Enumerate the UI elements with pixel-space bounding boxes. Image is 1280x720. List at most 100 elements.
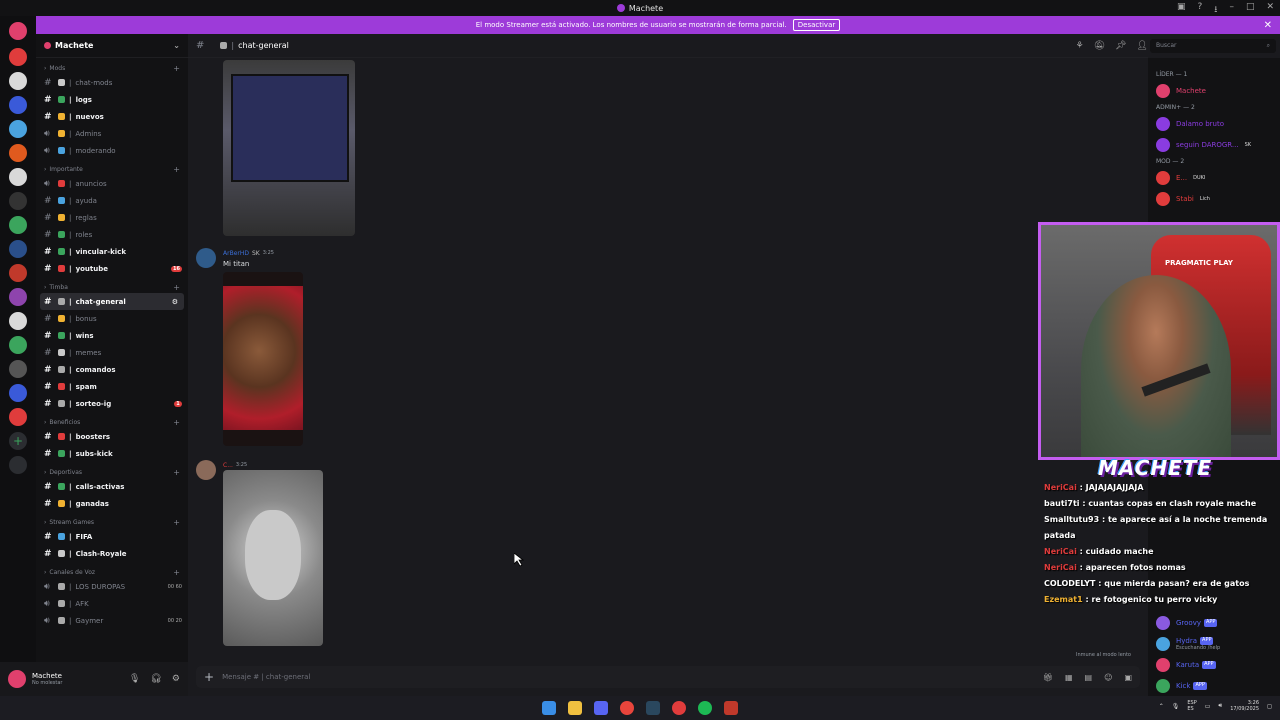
clock[interactable]: 3:26 17/09/2025	[1230, 700, 1259, 712]
notification-bell-icon[interactable]: 🔕︎	[1094, 41, 1105, 51]
pin-icon[interactable]: 📌︎	[1115, 41, 1126, 51]
create-channel-icon[interactable]: +	[173, 418, 180, 427]
apps-icon[interactable]: ▣	[1124, 673, 1132, 682]
create-channel-icon[interactable]: +	[173, 568, 180, 577]
bot-member-item[interactable]: Karuta APP	[1148, 654, 1280, 675]
channel-item[interactable]: 🔊︎ | Admins	[36, 125, 188, 142]
channel-item[interactable]: # | subs-kick	[36, 445, 188, 462]
server-icon[interactable]	[9, 264, 27, 282]
channel-item[interactable]: # | Clash-Royale	[36, 545, 188, 562]
channel-item[interactable]: # | chat-general ⚙	[40, 293, 184, 310]
channel-item[interactable]: # | reglas	[36, 209, 188, 226]
server-icon[interactable]	[9, 384, 27, 402]
steam-icon[interactable]	[646, 701, 660, 715]
mic-icon[interactable]: 🎙︎	[129, 674, 140, 684]
server-icon[interactable]	[9, 216, 27, 234]
channel-item[interactable]: # | comandos	[36, 361, 188, 378]
bot-member-item[interactable]: Hydra APP Escuchando /help	[1148, 633, 1280, 654]
discord-taskbar-icon[interactable]	[594, 701, 608, 715]
network-icon[interactable]: ▭	[1205, 703, 1211, 710]
member-item[interactable]: Machete	[1148, 80, 1280, 101]
channel-item[interactable]: 🔊︎ | AFK	[36, 595, 188, 612]
server-icon[interactable]	[9, 288, 27, 306]
mic-tray-icon[interactable]: 🎙︎	[1172, 703, 1180, 710]
message-composer[interactable]: + Mensaje # | chat-general 🎁︎ ▦ ▤ ☺ ▣	[196, 666, 1140, 688]
chrome-icon[interactable]	[620, 701, 634, 715]
headphones-icon[interactable]: 🎧︎	[150, 674, 161, 684]
channel-item[interactable]: # | roles	[36, 226, 188, 243]
server-header[interactable]: Machete ⌄	[36, 34, 188, 58]
create-channel-icon[interactable]: +	[173, 283, 180, 292]
member-item[interactable]: E... DUKI	[1148, 167, 1280, 188]
channel-category[interactable]: › Timba +	[36, 281, 188, 293]
channel-item[interactable]: # | ayuda	[36, 192, 188, 209]
spotify-icon[interactable]	[698, 701, 712, 715]
server-icon[interactable]	[9, 336, 27, 354]
channel-item[interactable]: 🔊︎ | moderando	[36, 142, 188, 159]
channel-item[interactable]: # | memes	[36, 344, 188, 361]
emoji-icon[interactable]: ☺	[1104, 673, 1112, 682]
message-avatar[interactable]	[196, 460, 216, 480]
add-server-icon[interactable]: +	[9, 432, 27, 450]
channel-item[interactable]: # | logs	[36, 91, 188, 108]
create-channel-icon[interactable]: +	[173, 64, 180, 73]
server-icon[interactable]	[9, 96, 27, 114]
server-icon[interactable]	[9, 312, 27, 330]
volume-icon[interactable]: 🔊︎	[1218, 702, 1222, 710]
create-channel-icon[interactable]: +	[173, 165, 180, 174]
settings-gear-icon[interactable]: ⚙	[172, 674, 180, 684]
create-channel-icon[interactable]: +	[173, 518, 180, 527]
server-icon[interactable]	[9, 240, 27, 258]
channel-category[interactable]: › Stream Games +	[36, 516, 188, 528]
channel-item[interactable]: 🔊︎ | anuncios	[36, 175, 188, 192]
threads-icon[interactable]: ⚘	[1076, 41, 1084, 51]
sticker-icon[interactable]: ▤	[1085, 673, 1093, 682]
notification-icon[interactable]: ◻	[1267, 703, 1272, 710]
channel-item[interactable]: # | boosters	[36, 428, 188, 445]
image-attachment[interactable]	[223, 60, 355, 236]
channel-settings-icon[interactable]: ⚙	[172, 298, 178, 306]
chevron-up-icon[interactable]: ⌃	[1159, 703, 1164, 710]
server-icon[interactable]	[9, 192, 27, 210]
channel-item[interactable]: 🔊︎ | LOS DUROPAS 00 60	[36, 578, 188, 595]
member-item[interactable]: seguin DAROGR... SK	[1148, 134, 1280, 155]
windows-start-icon[interactable]	[542, 701, 556, 715]
server-icon[interactable]	[9, 144, 27, 162]
member-list-icon[interactable]: 👤︎	[1137, 41, 1148, 51]
search-input[interactable]: Buscar ⌕	[1150, 39, 1276, 53]
image-attachment[interactable]	[223, 470, 323, 646]
channel-item[interactable]: # | nuevos	[36, 108, 188, 125]
channel-item[interactable]: # | sorteo-ig 1	[36, 395, 188, 412]
app-icon-stack[interactable]	[724, 701, 738, 715]
member-item[interactable]: Dalamo bruto	[1148, 113, 1280, 134]
channel-category[interactable]: › Deportivas +	[36, 466, 188, 478]
server-icon[interactable]	[9, 120, 27, 138]
message-author[interactable]: C...	[223, 462, 233, 469]
disable-streamer-button[interactable]: Desactivar	[792, 19, 841, 31]
message-author[interactable]: ArBerHD	[223, 250, 249, 257]
add-attachment-icon[interactable]: +	[204, 670, 214, 684]
channel-item[interactable]: # | ganadas	[36, 495, 188, 512]
language-indicator[interactable]: ESP ES	[1187, 700, 1196, 712]
channel-item[interactable]: # | calls-activas	[36, 478, 188, 495]
channel-category[interactable]: › Beneficios +	[36, 416, 188, 428]
channel-item[interactable]: # | vincular-kick	[36, 243, 188, 260]
channel-item[interactable]: # | wins	[36, 327, 188, 344]
create-channel-icon[interactable]: +	[173, 468, 180, 477]
server-icon[interactable]	[9, 360, 27, 378]
server-icon[interactable]	[9, 22, 27, 40]
server-icon[interactable]	[9, 168, 27, 186]
channel-item[interactable]: # | youtube 16	[36, 260, 188, 277]
server-icon[interactable]	[9, 48, 27, 66]
channel-category[interactable]: › Mods +	[36, 62, 188, 74]
file-explorer-icon[interactable]	[568, 701, 582, 715]
gift-icon[interactable]: 🎁︎	[1043, 673, 1053, 682]
channel-category[interactable]: › Importante +	[36, 163, 188, 175]
message-avatar[interactable]	[196, 248, 216, 268]
app-icon-red[interactable]	[672, 701, 686, 715]
channel-item[interactable]: # | chat-mods	[36, 74, 188, 91]
channel-item[interactable]: # | FIFA	[36, 528, 188, 545]
bot-member-item[interactable]: Kick APP	[1148, 675, 1280, 696]
server-icon[interactable]	[9, 408, 27, 426]
gif-icon[interactable]: ▦	[1065, 673, 1073, 682]
